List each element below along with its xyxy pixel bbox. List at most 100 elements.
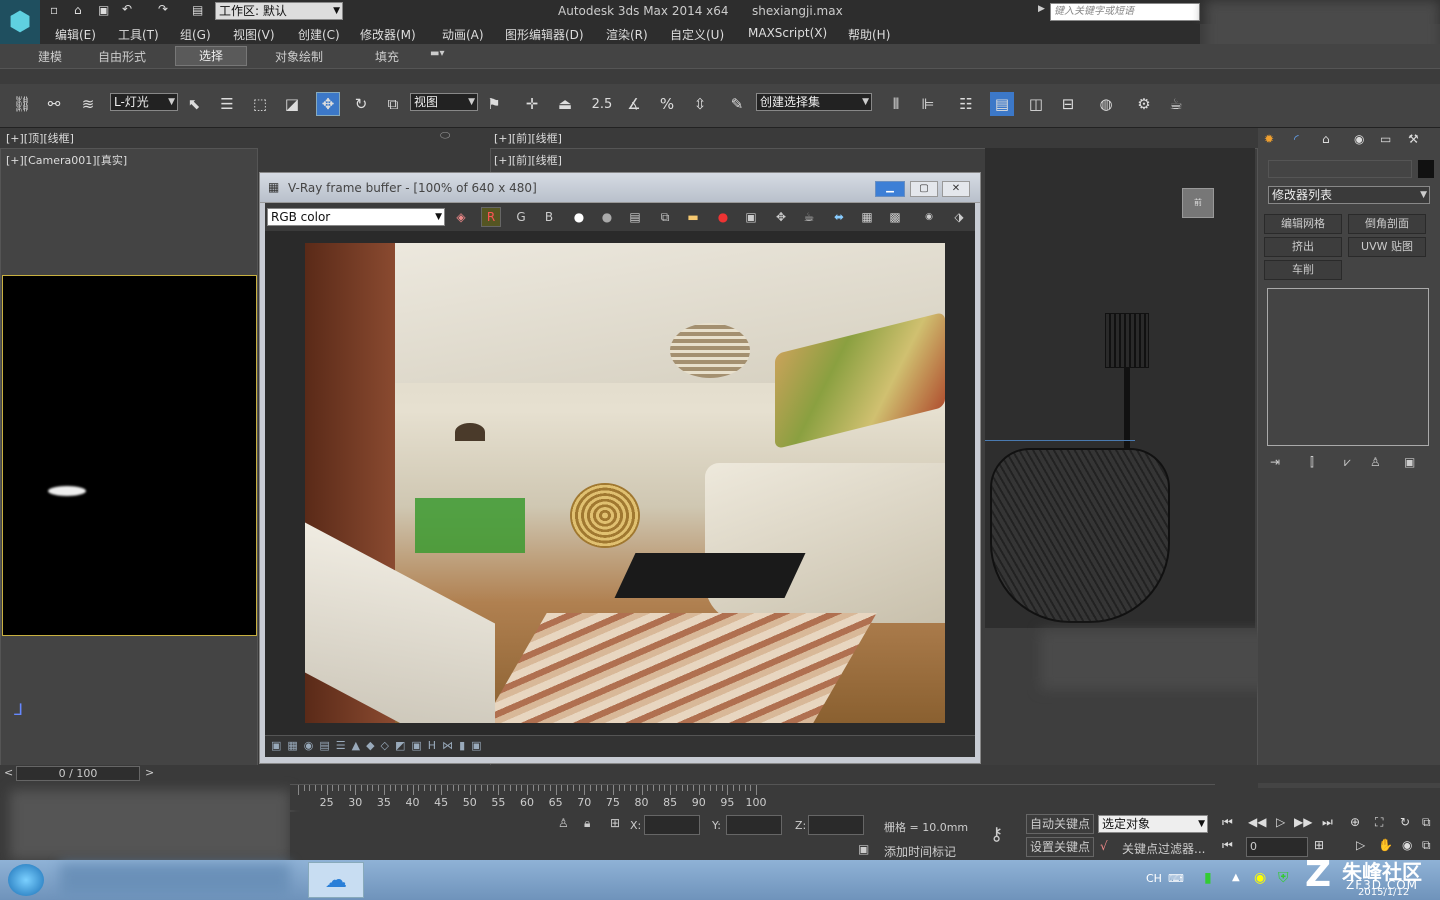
modifier-list-dropdown[interactable]: 修改器列表 ▼: [1268, 186, 1430, 204]
hierarchy-tab-icon[interactable]: ⌂: [1322, 132, 1330, 146]
key-mode-toggle-icon[interactable]: ⏮: [1222, 838, 1233, 853]
ribbon-tab-object-paint[interactable]: 对象绘制: [275, 48, 323, 65]
time-tag-icon[interactable]: ▣: [858, 842, 869, 856]
align-icon[interactable]: ⊫: [916, 92, 940, 116]
menu-edit[interactable]: 编辑(E): [55, 26, 96, 43]
extrude-button[interactable]: 挤出: [1264, 237, 1342, 257]
modify-tab-icon[interactable]: ◜: [1294, 132, 1299, 146]
shield-icon[interactable]: ⛨: [1278, 870, 1289, 886]
viewport-camera-label[interactable]: [+][Camera001][真实]: [6, 152, 127, 168]
search-input[interactable]: 键入关键字或短语: [1050, 3, 1200, 21]
vfb-blue-channel-button[interactable]: B: [539, 207, 559, 227]
ribbon-tab-modeling[interactable]: 建模: [38, 48, 62, 65]
open-file-icon[interactable]: ⌂: [74, 3, 82, 17]
undo-icon[interactable]: ↶: [122, 2, 132, 16]
tray-expand-icon[interactable]: ▲: [1232, 872, 1240, 883]
create-tab-icon[interactable]: ✹: [1264, 132, 1274, 146]
maximize-toggle-icon[interactable]: ⧉: [1422, 838, 1431, 853]
object-color-swatch[interactable]: [1418, 160, 1434, 178]
show-end-result-icon[interactable]: ⫿: [1310, 455, 1314, 470]
vray-frame-buffer-window[interactable]: ▦ V-Ray frame buffer - [100% of 640 x 48…: [259, 172, 981, 764]
go-to-end-icon[interactable]: ⏭: [1322, 815, 1333, 830]
select-scale-icon[interactable]: ⧉: [381, 92, 405, 116]
remove-modifier-icon[interactable]: ♙: [1370, 455, 1381, 469]
key-filter-icon[interactable]: √: [1100, 839, 1108, 853]
vfb-options-icon[interactable]: ⬗: [949, 207, 969, 227]
select-rotate-icon[interactable]: ↻: [349, 92, 373, 116]
vfb-region-icon[interactable]: ✥: [771, 207, 791, 227]
project-icon[interactable]: ▤: [192, 3, 203, 17]
go-to-start-icon[interactable]: ⏮: [1222, 815, 1233, 830]
menu-help[interactable]: 帮助(H): [848, 26, 890, 43]
menu-views[interactable]: 视图(V): [233, 26, 275, 43]
vfb-green-channel-button[interactable]: G: [511, 207, 531, 227]
redo-icon[interactable]: ↷: [158, 2, 168, 16]
make-unique-icon[interactable]: ⩗: [1344, 455, 1351, 470]
curve-editor-icon[interactable]: ◫: [1024, 92, 1048, 116]
workspace-dropdown[interactable]: 工作区: 默认 ▼: [215, 2, 343, 20]
ribbon-tab-freeform[interactable]: 自由形式: [98, 48, 146, 65]
window-crossing-icon[interactable]: ◪: [280, 92, 304, 116]
viewcube-right[interactable]: 前: [1182, 188, 1214, 218]
orbit-icon[interactable]: ↻: [1400, 815, 1410, 829]
vfb-title-bar[interactable]: ▦ V-Ray frame buffer - [100% of 640 x 48…: [260, 173, 980, 203]
vfb-maximize-button[interactable]: ▢: [910, 181, 938, 197]
input-language[interactable]: CH: [1146, 872, 1162, 885]
vfb-channel-dropdown[interactable]: RGB color ▼: [267, 208, 445, 226]
auto-key-button[interactable]: 自动关键点: [1026, 814, 1094, 834]
z-coord-field[interactable]: [808, 815, 864, 835]
ribbon-tab-selection[interactable]: 选择: [175, 46, 247, 66]
prev-key-icon[interactable]: ◀︎◀︎: [1248, 815, 1266, 829]
time-slider[interactable]: < 0 / 100 >: [0, 765, 1440, 783]
bevel-profile-button[interactable]: 倒角剖面: [1348, 214, 1426, 234]
lathe-button[interactable]: 车削: [1264, 260, 1342, 280]
pin-stack-icon[interactable]: ⇥: [1270, 455, 1280, 469]
unlink-icon[interactable]: ⚯: [42, 92, 66, 116]
select-manipulate-icon[interactable]: ✛: [520, 92, 544, 116]
display-tab-icon[interactable]: ▭: [1380, 132, 1391, 146]
play-icon[interactable]: ▷: [1276, 815, 1285, 829]
clock-date[interactable]: 2015/1/12: [1358, 887, 1409, 898]
select-object-icon[interactable]: ⬉: [182, 92, 206, 116]
vfb-clear-icon[interactable]: ●: [713, 207, 733, 227]
menu-create[interactable]: 创建(C): [298, 26, 340, 43]
spinner-snap-icon[interactable]: ⇳: [688, 92, 712, 116]
schematic-view-icon[interactable]: ⊟: [1056, 92, 1080, 116]
next-key-icon[interactable]: ▶︎▶︎: [1294, 815, 1312, 829]
zoom-all-icon[interactable]: ⛶: [1375, 815, 1383, 830]
menu-graph-editors[interactable]: 图形编辑器(D): [505, 26, 584, 43]
viewcube-icon[interactable]: ⬭: [440, 128, 450, 143]
vfb-alpha-icon[interactable]: ●: [569, 207, 589, 227]
key-filters-button[interactable]: 关键点过滤器...: [1122, 840, 1205, 857]
ribbon-tab-populate[interactable]: 填充: [375, 48, 399, 65]
key-mode-dropdown[interactable]: 选定对象 ▼: [1098, 815, 1208, 833]
set-key-button[interactable]: 设置关键点: [1026, 837, 1094, 857]
camera-viewport-render[interactable]: [2, 275, 257, 636]
vfb-render-area[interactable]: [265, 231, 975, 735]
select-move-icon[interactable]: ✥: [316, 92, 340, 116]
fov-icon[interactable]: ▷: [1356, 838, 1365, 852]
zoom-icon[interactable]: ⊕: [1350, 815, 1360, 829]
vfb-clone-icon[interactable]: ⧉: [655, 207, 675, 227]
material-editor-icon[interactable]: ◍: [1094, 92, 1118, 116]
key-icon[interactable]: ⚷: [990, 824, 1003, 845]
uvw-map-button[interactable]: UVW 贴图: [1348, 237, 1426, 257]
percent-snap-icon[interactable]: %: [655, 92, 679, 116]
motion-tab-icon[interactable]: ◉: [1354, 132, 1364, 146]
modifier-stack-list[interactable]: [1267, 288, 1429, 446]
security-icon[interactable]: ◉: [1254, 870, 1266, 886]
menu-rendering[interactable]: 渲染(R): [606, 26, 648, 43]
vfb-load-icon[interactable]: ▬: [683, 207, 703, 227]
current-frame-field[interactable]: 0: [1246, 837, 1308, 857]
vfb-link-icon[interactable]: ⬌: [829, 207, 849, 227]
vfb-close-button[interactable]: ✕: [942, 181, 970, 197]
menu-maxscript[interactable]: MAXScript(X): [748, 26, 827, 40]
track-bar[interactable]: 25 30 35 40 45 50 55 60 65 70 75 80 85 90 95 100: [290, 784, 1215, 810]
vfb-red-channel-button[interactable]: R: [481, 207, 501, 227]
menu-modifiers[interactable]: 修改器(M): [360, 26, 416, 43]
vfb-save-icon[interactable]: ◈: [451, 207, 471, 227]
named-selection-dropdown[interactable]: 创建选择集 ▼: [756, 93, 872, 111]
render-production-icon[interactable]: ☕: [1164, 92, 1188, 116]
render-setup-icon[interactable]: ⚙: [1132, 92, 1156, 116]
search-arrow-icon[interactable]: ▶: [1038, 4, 1045, 14]
